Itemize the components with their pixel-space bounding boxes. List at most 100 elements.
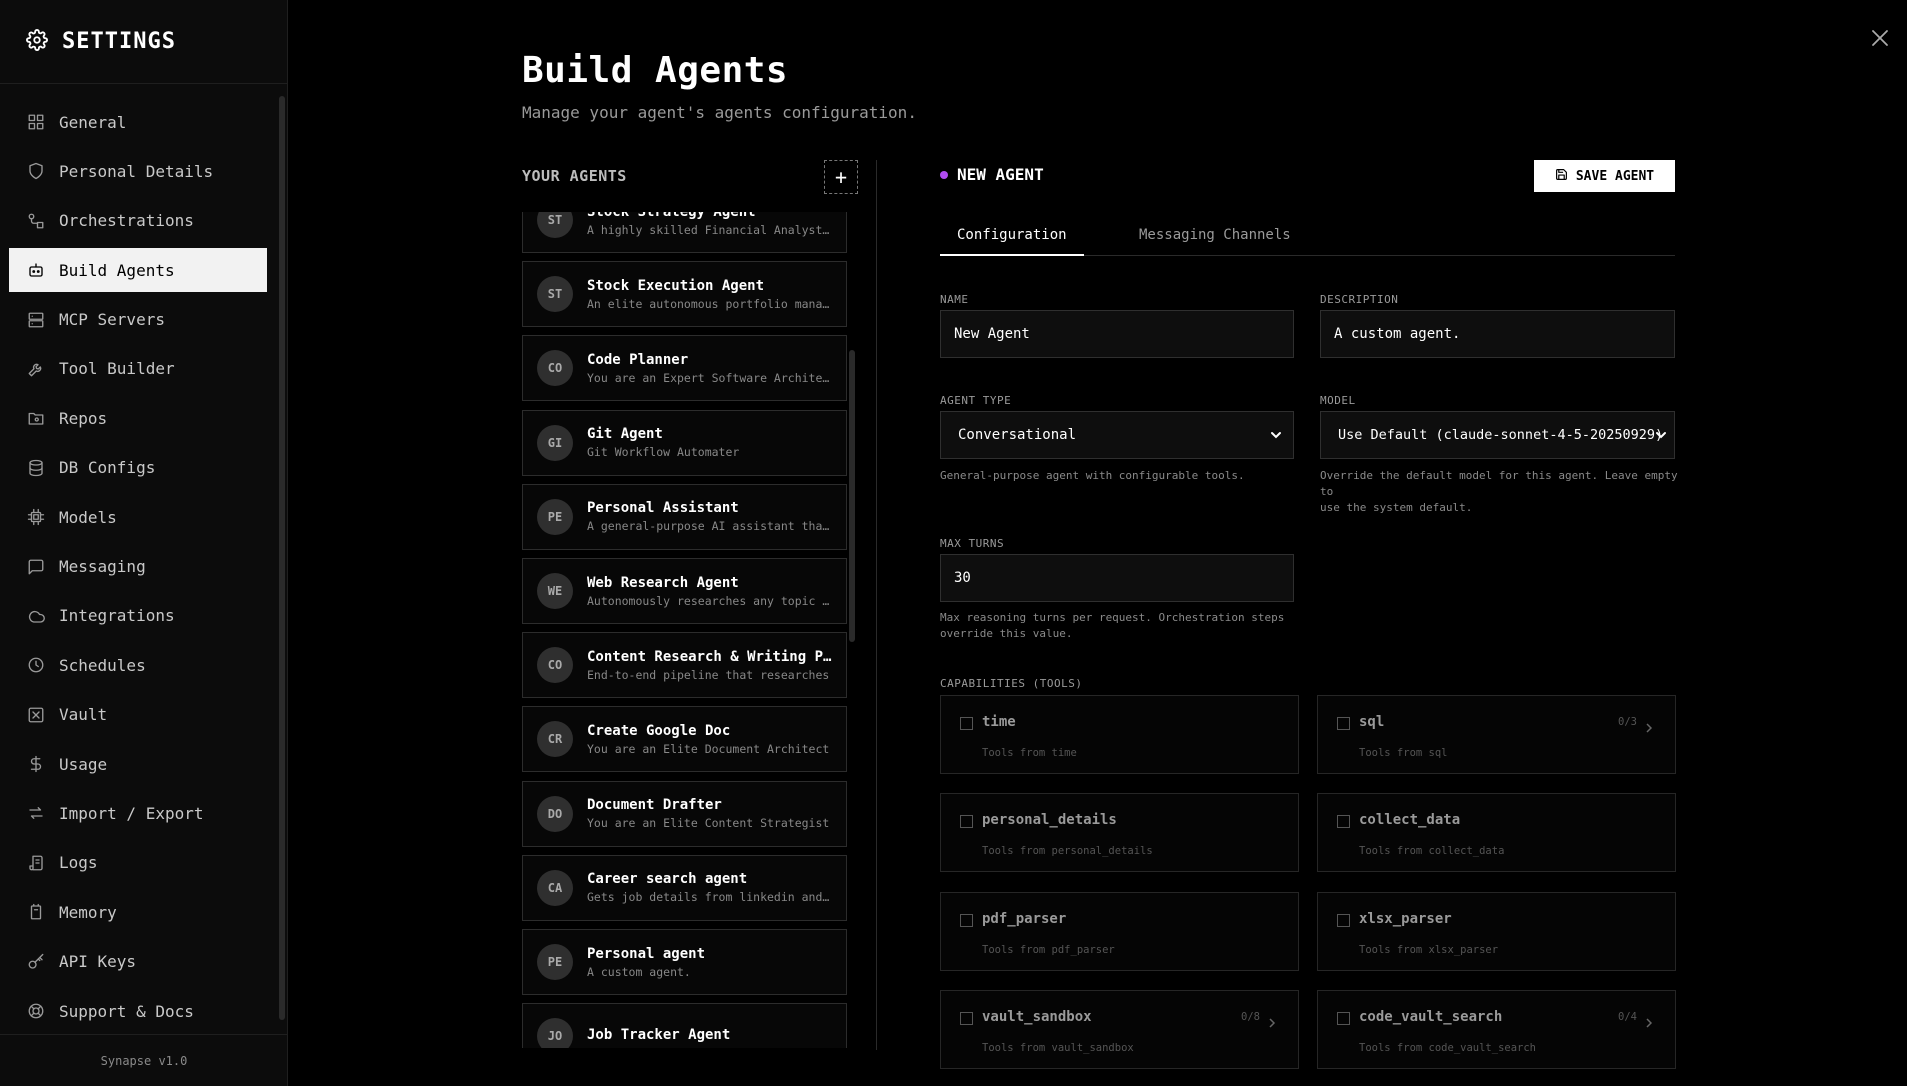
grid-icon xyxy=(28,114,44,130)
agent-text: Create Google Doc You are an Elite Docume… xyxy=(587,723,832,756)
capability-checkbox[interactable] xyxy=(1337,1012,1350,1026)
agent-card[interactable]: ST Stock Strategy Agent A highly skilled F… xyxy=(522,212,847,253)
capability-description: Tools from collect_data xyxy=(1359,845,1505,858)
agent-list-scrollbar[interactable] xyxy=(849,350,855,642)
sidebar-item-orchestrations[interactable]: Orchestrations xyxy=(9,199,267,243)
agent-description: A custom agent. xyxy=(587,964,691,979)
sidebar-item-label: Orchestrations xyxy=(59,211,194,231)
sidebar-item-label: MCP Servers xyxy=(59,310,165,330)
capability-checkbox[interactable] xyxy=(960,717,973,730)
capability-count: 0/4 xyxy=(1618,1011,1637,1024)
key-icon xyxy=(28,953,44,969)
agent-card[interactable]: ST Stock Execution Agent An elite autonomo… xyxy=(522,261,847,328)
sidebar-item-tool-builder[interactable]: Tool Builder xyxy=(9,347,267,391)
agent-name: Create Google Doc xyxy=(587,722,731,739)
model-value: Use Default (claude-sonnet-4-5-20250929) xyxy=(1338,427,1664,443)
sidebar-scrollbar[interactable] xyxy=(279,96,285,1020)
sidebar-item-general[interactable]: General xyxy=(9,100,267,144)
agent-description: End-to-end pipeline that researches xyxy=(587,667,830,682)
avatar: WE xyxy=(537,573,573,609)
agent-name: Personal Assistant xyxy=(587,500,739,517)
capability-name: xlsx_parser xyxy=(1359,910,1452,927)
sidebar-item-usage[interactable]: Usage xyxy=(9,742,267,786)
chevron-right-icon[interactable] xyxy=(1644,1013,1654,1032)
max-turns-label: MAX TURNS xyxy=(940,537,1005,550)
avatar: PE xyxy=(537,944,573,980)
capability-checkbox[interactable] xyxy=(960,913,973,927)
capability-description: Tools from vault_sandbox xyxy=(982,1042,1134,1055)
description-field[interactable]: A custom agent. xyxy=(1320,310,1675,358)
sidebar-item-import-export[interactable]: Import / Export xyxy=(9,791,267,835)
capability-count: 0/8 xyxy=(1241,1011,1260,1024)
capability-description: Tools from pdf_parser xyxy=(982,943,1115,956)
sidebar-item-mcp-servers[interactable]: MCP Servers xyxy=(9,298,267,342)
agent-text: Personal Assistant A general-purpose AI a… xyxy=(587,500,832,533)
sidebar-item-label: Support & Docs xyxy=(59,1001,194,1021)
agent-type-select[interactable]: Conversational xyxy=(940,411,1294,459)
capability-card[interactable]: time Tools from time xyxy=(940,695,1299,774)
capabilities-label: CAPABILITIES (TOOLS) xyxy=(940,677,1083,690)
sidebar-item-integrations[interactable]: Integrations xyxy=(9,594,267,638)
agent-name: Content Research & Writing Pipeline xyxy=(587,648,832,665)
capability-count: 0/3 xyxy=(1618,716,1637,728)
agent-card[interactable]: CO Code Planner You are an Expert Software… xyxy=(522,335,847,402)
chevron-right-icon[interactable] xyxy=(1644,718,1654,737)
sidebar-item-api-keys[interactable]: API Keys xyxy=(9,940,267,984)
capability-description: Tools from code_vault_search xyxy=(1359,1042,1537,1055)
sidebar-item-personal-details[interactable]: Personal Details xyxy=(9,149,267,193)
sidebar-item-repos[interactable]: Repos xyxy=(9,396,267,440)
capability-checkbox[interactable] xyxy=(960,815,973,829)
capability-card[interactable]: vault_sandbox Tools from vault_sandbox 0/8 xyxy=(940,990,1299,1070)
add-agent-button[interactable]: + xyxy=(824,160,858,194)
sidebar-item-memory[interactable]: Memory xyxy=(9,890,267,934)
agent-title: NEW AGENT xyxy=(957,165,1044,184)
sidebar-item-label: API Keys xyxy=(59,952,137,972)
sidebar-item-build-agents[interactable]: Build Agents xyxy=(9,248,267,293)
agent-card[interactable]: GI Git Agent Git Workflow Automater xyxy=(522,409,847,476)
save-agent-button[interactable]: SAVE AGENT xyxy=(1534,160,1675,192)
sidebar-item-support-docs[interactable]: Support & Docs xyxy=(9,989,267,1033)
agent-card[interactable]: CA Career search agent Gets job details fr… xyxy=(522,854,847,921)
agent-card[interactable]: CR Create Google Doc You are an Elite Docu… xyxy=(522,706,847,773)
capability-name: time xyxy=(982,714,1016,730)
max-turns-field[interactable]: 30 xyxy=(940,554,1294,602)
capability-card[interactable]: code_vault_search Tools from code_vault_s… xyxy=(1317,990,1676,1070)
capability-card[interactable]: pdf_parser Tools from pdf_parser xyxy=(940,891,1299,971)
sidebar-item-logs[interactable]: Logs xyxy=(9,841,267,885)
vault-icon xyxy=(28,707,44,723)
capability-checkbox[interactable] xyxy=(1337,717,1350,730)
settings-app: SETTINGS General Personal Details Orchestr… xyxy=(0,0,1907,1086)
capability-checkbox[interactable] xyxy=(1337,913,1350,927)
agent-card[interactable]: PE Personal agent A custom agent. xyxy=(522,929,847,995)
sidebar-item-vault[interactable]: Vault xyxy=(9,693,267,737)
agent-name: Personal agent xyxy=(587,945,706,962)
agent-card[interactable]: CO Content Research & Writing Pipeline End… xyxy=(522,632,847,699)
model-select[interactable]: Use Default (claude-sonnet-4-5-20250929) xyxy=(1320,411,1675,459)
agent-card[interactable]: DO Document Drafter You are an Elite Conte… xyxy=(522,780,847,847)
chevron-right-icon[interactable] xyxy=(1267,1013,1277,1032)
version-footer: Synapse v1.0 xyxy=(0,1034,288,1086)
capability-checkbox[interactable] xyxy=(1337,815,1350,829)
close-icon[interactable] xyxy=(1870,28,1890,48)
capability-card[interactable]: sql Tools from sql 0/3 xyxy=(1317,695,1676,774)
agent-name: Stock Execution Agent xyxy=(587,277,765,294)
sidebar-item-messaging[interactable]: Messaging xyxy=(9,545,267,589)
agent-card[interactable]: WE Web Research Agent Autonomously researc… xyxy=(522,558,847,624)
sidebar-item-db-configs[interactable]: DB Configs xyxy=(9,446,267,490)
model-hint-line: use the system default. xyxy=(1320,501,1473,514)
sidebar-item-models[interactable]: Models xyxy=(9,495,267,539)
capability-card[interactable]: collect_data Tools from collect_data xyxy=(1317,793,1676,873)
tab-configuration[interactable]: Configuration xyxy=(940,220,1084,256)
tab-messaging-channels[interactable]: Messaging Channels xyxy=(1122,220,1308,256)
sidebar-item-label: Memory xyxy=(59,902,117,922)
capability-card[interactable]: personal_details Tools from personal_deta… xyxy=(940,793,1299,873)
database-icon xyxy=(29,459,43,476)
capability-description: Tools from personal_details xyxy=(982,845,1153,858)
name-field[interactable]: New Agent xyxy=(940,310,1294,358)
agent-card[interactable]: JO Job Tracker Agent xyxy=(522,1003,847,1048)
capability-checkbox[interactable] xyxy=(960,1012,973,1026)
sidebar-item-schedules[interactable]: Schedules xyxy=(9,643,267,687)
agent-card[interactable]: PE Personal Assistant A general-purpose AI… xyxy=(522,483,847,550)
gear-icon xyxy=(26,28,48,55)
capability-card[interactable]: xlsx_parser Tools from xlsx_parser xyxy=(1317,891,1676,971)
